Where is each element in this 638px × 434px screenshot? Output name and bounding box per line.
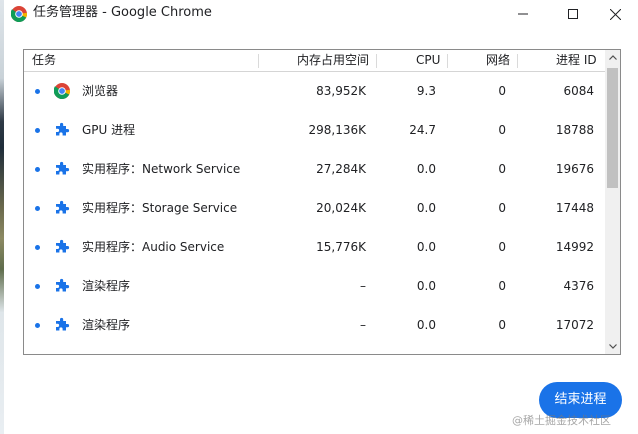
scroll-up-button[interactable]	[605, 50, 620, 65]
end-process-button[interactable]: 结束进程	[539, 382, 622, 418]
maximize-icon	[568, 9, 578, 19]
table-header: 任务 内存占用空间 CPU 网络 进程 ID	[24, 50, 605, 72]
close-icon	[609, 8, 621, 20]
cpu-value: 0.0	[416, 279, 436, 293]
pid-value: 6084	[563, 84, 594, 98]
desktop-background-edge	[0, 0, 4, 434]
memory-value: 27,284K	[316, 162, 366, 176]
memory-value: 15,776K	[316, 240, 366, 254]
column-divider[interactable]	[447, 54, 448, 68]
pid-value: 17448	[555, 201, 594, 215]
cpu-value: 9.3	[416, 84, 436, 98]
table-row[interactable]: GPU 进程 298,136K 24.7 0 18788	[24, 111, 605, 150]
table-row[interactable]: 实用程序：Storage Service 20,024K 0.0 0 17448	[24, 189, 605, 228]
network-value: 0	[498, 279, 506, 293]
puzzle-icon	[54, 122, 70, 138]
column-divider[interactable]	[376, 54, 377, 68]
task-name: 渲染程序	[82, 318, 131, 332]
chevron-up-icon	[608, 55, 617, 60]
task-name: 实用程序：Storage Service	[82, 201, 238, 215]
chevron-down-icon	[608, 344, 617, 349]
cpu-value: 0.0	[416, 201, 436, 215]
scrollbar-thumb[interactable]	[607, 68, 618, 188]
cpu-value: 0.0	[416, 240, 436, 254]
network-value: 0	[498, 84, 506, 98]
pid-value: 17072	[555, 318, 594, 332]
network-value: 0	[498, 201, 506, 215]
memory-value: 83,952K	[316, 84, 366, 98]
pid-value: 19676	[555, 162, 594, 176]
network-value: 0	[498, 123, 506, 137]
pid-value: 18788	[555, 123, 594, 137]
row-bullet	[35, 89, 40, 94]
row-bullet	[35, 245, 40, 250]
close-button[interactable]	[592, 0, 638, 28]
scroll-down-button[interactable]	[605, 339, 620, 354]
pid-value: 4376	[563, 279, 594, 293]
row-bullet	[35, 167, 40, 172]
table-row[interactable]: 渲染程序 – 0.0 0 17072	[24, 306, 605, 345]
task-manager-window: 任务管理器 - Google Chrome 任务 内存占用空间 CPU 网络 进…	[0, 0, 638, 434]
network-value: 0	[498, 240, 506, 254]
task-name: 实用程序：Network Service	[82, 162, 241, 176]
cpu-value: 0.0	[416, 318, 436, 332]
task-name: 渲染程序	[82, 279, 131, 293]
title-bar[interactable]: 任务管理器 - Google Chrome	[0, 0, 638, 28]
column-header-pid[interactable]: 进程 ID	[556, 50, 597, 71]
memory-value: –	[360, 279, 366, 293]
puzzle-icon	[54, 239, 70, 255]
network-value: 0	[498, 318, 506, 332]
task-name: 浏览器	[82, 84, 119, 98]
table-row[interactable]: 实用程序：Audio Service 15,776K 0.0 0 14992	[24, 228, 605, 267]
table-row[interactable]: 实用程序：Network Service 27,284K 0.0 0 19676	[24, 150, 605, 189]
maximize-button[interactable]	[550, 0, 596, 28]
table-body: 浏览器 83,952K 9.3 0 6084 GPU 进程 298,136K 2…	[24, 72, 605, 354]
column-header-cpu[interactable]: CPU	[416, 50, 440, 71]
row-bullet	[35, 206, 40, 211]
puzzle-icon	[54, 161, 70, 177]
minimize-button[interactable]	[500, 0, 546, 28]
chrome-icon	[10, 6, 27, 22]
cpu-value: 24.7	[409, 123, 436, 137]
table-row[interactable]: 浏览器 83,952K 9.3 0 6084	[24, 72, 605, 111]
table-row[interactable]: 渲染程序 – 0.0 0 4376	[24, 267, 605, 306]
row-bullet	[35, 284, 40, 289]
task-name: 实用程序：Audio Service	[82, 240, 225, 254]
memory-value: –	[360, 318, 366, 332]
vertical-scrollbar[interactable]	[605, 50, 620, 354]
column-divider[interactable]	[258, 54, 259, 68]
row-bullet	[35, 323, 40, 328]
column-divider[interactable]	[517, 54, 518, 68]
puzzle-icon	[54, 200, 70, 216]
cpu-value: 0.0	[416, 162, 436, 176]
memory-value: 298,136K	[308, 123, 367, 137]
column-header-task[interactable]: 任务	[32, 50, 56, 71]
process-table: 任务 内存占用空间 CPU 网络 进程 ID 浏览器 83,952K 9.3 0…	[23, 49, 621, 355]
puzzle-icon	[54, 317, 70, 333]
chrome-icon	[53, 83, 70, 99]
puzzle-icon	[54, 278, 70, 294]
memory-value: 20,024K	[316, 201, 366, 215]
network-value: 0	[498, 162, 506, 176]
row-bullet	[35, 128, 40, 133]
minimize-icon	[518, 13, 528, 15]
pid-value: 14992	[555, 240, 594, 254]
column-header-memory[interactable]: 内存占用空间	[297, 50, 369, 71]
window-title: 任务管理器 - Google Chrome	[33, 5, 212, 20]
task-name: GPU 进程	[82, 123, 136, 137]
column-header-network[interactable]: 网络	[486, 50, 510, 71]
